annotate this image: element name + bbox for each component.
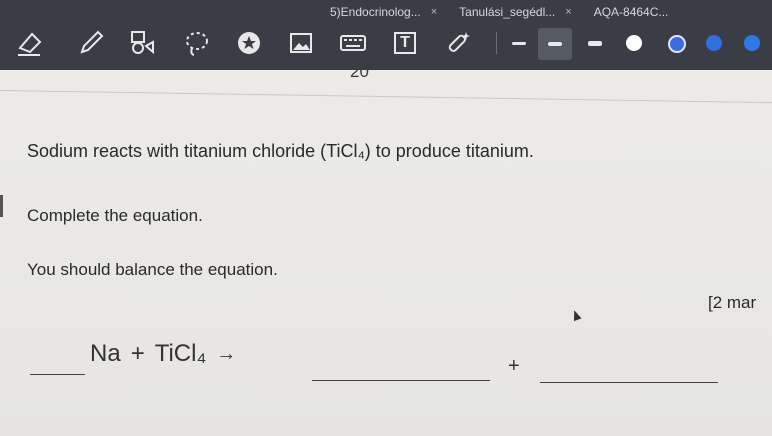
lasso-icon[interactable]	[182, 28, 212, 58]
instruction-balance: You should balance the equation.	[27, 260, 278, 279]
plus-sign-products: +	[508, 355, 520, 377]
tab-endocrinology[interactable]: 5)Endocrinolog... ×	[330, 5, 437, 19]
page-number: 20	[350, 62, 369, 81]
shapes-icon[interactable]	[126, 28, 156, 58]
stroke-thin-option[interactable]	[512, 42, 526, 45]
magic-pen-icon[interactable]	[442, 28, 472, 58]
answer-blank-2[interactable]	[312, 380, 490, 381]
keyboard-icon[interactable]	[338, 28, 368, 58]
toolbar-divider	[496, 32, 497, 54]
drawing-tools: T	[14, 26, 772, 66]
color-swatch-white[interactable]	[626, 35, 642, 51]
text-box-glyph: T	[394, 32, 416, 54]
reactant-titanium-chloride: TiCl₄	[154, 340, 207, 367]
margin-marker	[0, 195, 3, 217]
color-swatch-blue[interactable]	[706, 35, 722, 51]
text-box-icon[interactable]: T	[390, 28, 420, 58]
stroke-thick-option[interactable]	[588, 41, 602, 46]
reaction-arrow: →	[216, 342, 237, 365]
eraser-icon[interactable]	[14, 28, 44, 58]
chemical-equation: Na + TiCl₄ →	[90, 340, 236, 368]
star-sticker-icon[interactable]	[234, 28, 264, 58]
plus-sign: +	[130, 340, 145, 367]
tab-label: AQA-8464C...	[593, 5, 669, 19]
browser-tabs: 5)Endocrinolog... × Tanulási_segédl... ×…	[330, 2, 690, 22]
tab-label: 5)Endocrinolog...	[330, 5, 421, 19]
color-swatch-light-blue[interactable]	[744, 35, 760, 51]
tab-aqa[interactable]: AQA-8464C...	[594, 5, 669, 19]
answer-blank-1[interactable]	[30, 374, 85, 375]
tab-label: Tanulási_segédl...	[459, 5, 556, 19]
question-intro: Sodium reacts with titanium chloride (Ti…	[27, 141, 534, 161]
color-swatch-selected[interactable]	[668, 35, 686, 53]
answer-blank-3[interactable]	[540, 382, 718, 383]
marks-label: [2 mar	[708, 293, 757, 312]
pen-icon[interactable]	[76, 28, 106, 58]
tab-close-icon[interactable]: ×	[431, 6, 437, 18]
stroke-medium-option[interactable]	[538, 28, 572, 60]
tab-close-icon[interactable]: ×	[565, 6, 571, 18]
reactant-sodium: Na	[90, 340, 121, 367]
tab-segedlet[interactable]: Tanulási_segédl... ×	[459, 5, 572, 19]
instruction-complete: Complete the equation.	[27, 206, 203, 225]
image-icon[interactable]	[286, 28, 316, 58]
